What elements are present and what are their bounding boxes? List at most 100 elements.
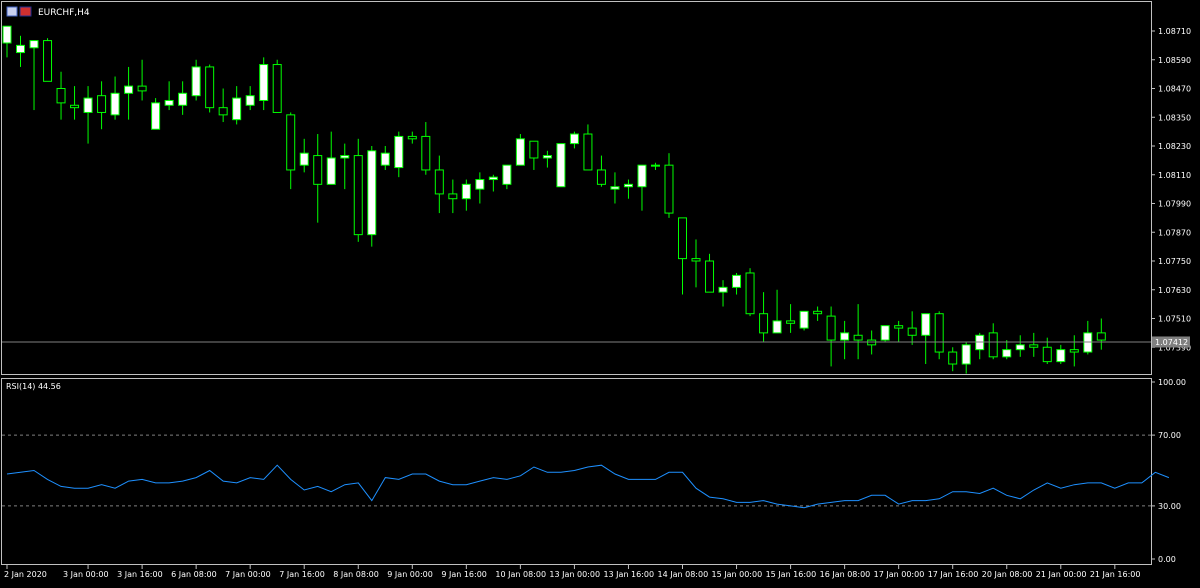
candle-body-bear (70, 104, 80, 109)
candle-body-bear (286, 114, 296, 171)
time-tick-label: 15 Jan 00:00 (712, 570, 763, 579)
candles-layer (2, 25, 1106, 374)
candle-body-bear (205, 66, 215, 109)
time-tick-label: 10 Jan 08:00 (495, 570, 546, 579)
candle-body-bull (191, 66, 201, 97)
candle-body-bull (2, 25, 12, 44)
candle-body-bear (705, 260, 715, 293)
rsi-tick-label: 100.00 (1158, 378, 1186, 387)
candle-body-bear (678, 217, 687, 260)
chart-window-icon (6, 6, 18, 17)
candle-body-bull (367, 150, 377, 236)
candle-body-bull (1056, 349, 1066, 363)
candle-body-bear (1096, 332, 1106, 341)
candle-body-bear (97, 95, 107, 113)
candle-body-bear (43, 40, 53, 82)
candle-body-bear (313, 155, 323, 185)
candle-body-bull (380, 152, 390, 166)
candle-body-bear (853, 334, 863, 341)
candle-body-bull (610, 186, 620, 190)
candle-body-bear (664, 164, 674, 214)
price-tick-label: 1.07750 (1158, 257, 1191, 266)
chart-canvas[interactable]: EURCHF,H4 1.087101.085901.084701.083501.… (0, 0, 1200, 584)
candle-body-bear (407, 135, 417, 140)
candle-body-bear (529, 140, 539, 159)
candle-body-bear (448, 193, 458, 200)
time-tick-label: 17 Jan 00:00 (874, 570, 925, 579)
candle-body-bull (16, 44, 26, 54)
rsi-series-line (6, 464, 1170, 509)
candle-body-bull (461, 183, 471, 200)
price-tick-label: 1.07510 (1158, 315, 1191, 324)
candle-body-bear (218, 107, 228, 116)
rsi-tick-label: 70.00 (1158, 431, 1181, 440)
candle-body-bear (934, 313, 944, 353)
candle-body-bull (880, 325, 890, 341)
price-tick-label: 1.08110 (1158, 171, 1191, 180)
time-tick-label: 16 Jan 08:00 (820, 570, 871, 579)
candle-body-bear (745, 272, 755, 315)
candle-body-bull (326, 157, 336, 185)
time-tick-label: 21 Jan 16:00 (1090, 570, 1141, 579)
symbol-title: EURCHF,H4 (38, 8, 90, 18)
candle-body-bull (164, 99, 174, 106)
candle-body-bull (394, 135, 404, 169)
candle-body-bull (650, 164, 660, 167)
candle-body-bull (637, 164, 647, 188)
candle-body-bull (259, 64, 269, 101)
price-tick-label: 1.07870 (1158, 228, 1191, 237)
candle-body-bull (232, 97, 242, 121)
price-tick-label: 1.07990 (1158, 200, 1191, 209)
candle-body-bull (556, 143, 566, 188)
current-price-label: 1.07412 (1155, 338, 1188, 347)
candle-body-bear (759, 313, 769, 334)
candle-body-bull (83, 97, 93, 113)
candle-body-bear (353, 155, 363, 236)
window-title: EURCHF,H4 (6, 6, 90, 18)
candle-body-bull (515, 138, 525, 166)
time-tick-label: 13 Jan 16:00 (603, 570, 654, 579)
candle-body-bear (272, 64, 282, 113)
price-tick-label: 1.08350 (1158, 113, 1191, 122)
price-tick-label: 1.08470 (1158, 85, 1191, 94)
candle-body-bull (799, 310, 809, 329)
time-tick-label: 6 Jan 08:00 (171, 570, 217, 579)
candle-body-bear (434, 169, 444, 195)
candle-body-bear (786, 320, 796, 324)
candle-body-bull (623, 183, 633, 188)
rsi-title: RSI(14) 44.56 (6, 382, 61, 391)
candle-body-bear (56, 88, 66, 104)
candle-body-bull (840, 332, 850, 341)
time-tick-label: 9 Jan 00:00 (387, 570, 433, 579)
candle-body-bear (421, 135, 431, 171)
candle-body-bull (110, 92, 120, 116)
candle-body-bear (137, 85, 147, 92)
candle-body-bull (178, 92, 188, 106)
time-tick-label: 15 Jan 16:00 (766, 570, 817, 579)
candle-body-bull (921, 313, 931, 336)
chart-window[interactable]: EURCHF,H4 1.08710 1.08590 1.08470 1.08350 1.… (0, 0, 1200, 584)
price-tick-label: 1.08230 (1158, 142, 1191, 151)
candle-body-bull (245, 95, 255, 106)
price-axis: 1.08710 1.08590 1.08470 1.08350 1.08230 1.081… (1151, 27, 1191, 352)
candle-body-bull (718, 286, 728, 293)
price-tick-label: 1.08710 (1158, 27, 1191, 36)
rsi-panel-frame (1, 378, 1152, 565)
time-tick-label: 14 Jan 08:00 (658, 570, 709, 579)
time-tick-label: 17 Jan 16:00 (928, 570, 979, 579)
candle-body-bull (29, 40, 39, 49)
time-tick-label: 7 Jan 00:00 (225, 570, 271, 579)
price-tick-label: 1.08590 (1158, 56, 1191, 65)
time-tick-label: 2 Jan 2020 (4, 570, 47, 579)
candle-body-bull (502, 164, 512, 185)
time-tick-label: 7 Jan 16:00 (279, 570, 325, 579)
candle-body-bull (475, 179, 485, 190)
candle-body-bear (826, 315, 836, 341)
candle-body-bear (988, 332, 998, 358)
candle-body-bull (961, 344, 971, 365)
candle-body-bear (1029, 344, 1039, 348)
candle-body-bull (340, 155, 350, 159)
candle-body-bear (1042, 346, 1052, 363)
candle-body-bull (1015, 344, 1025, 351)
candle-body-bull (1002, 349, 1012, 358)
